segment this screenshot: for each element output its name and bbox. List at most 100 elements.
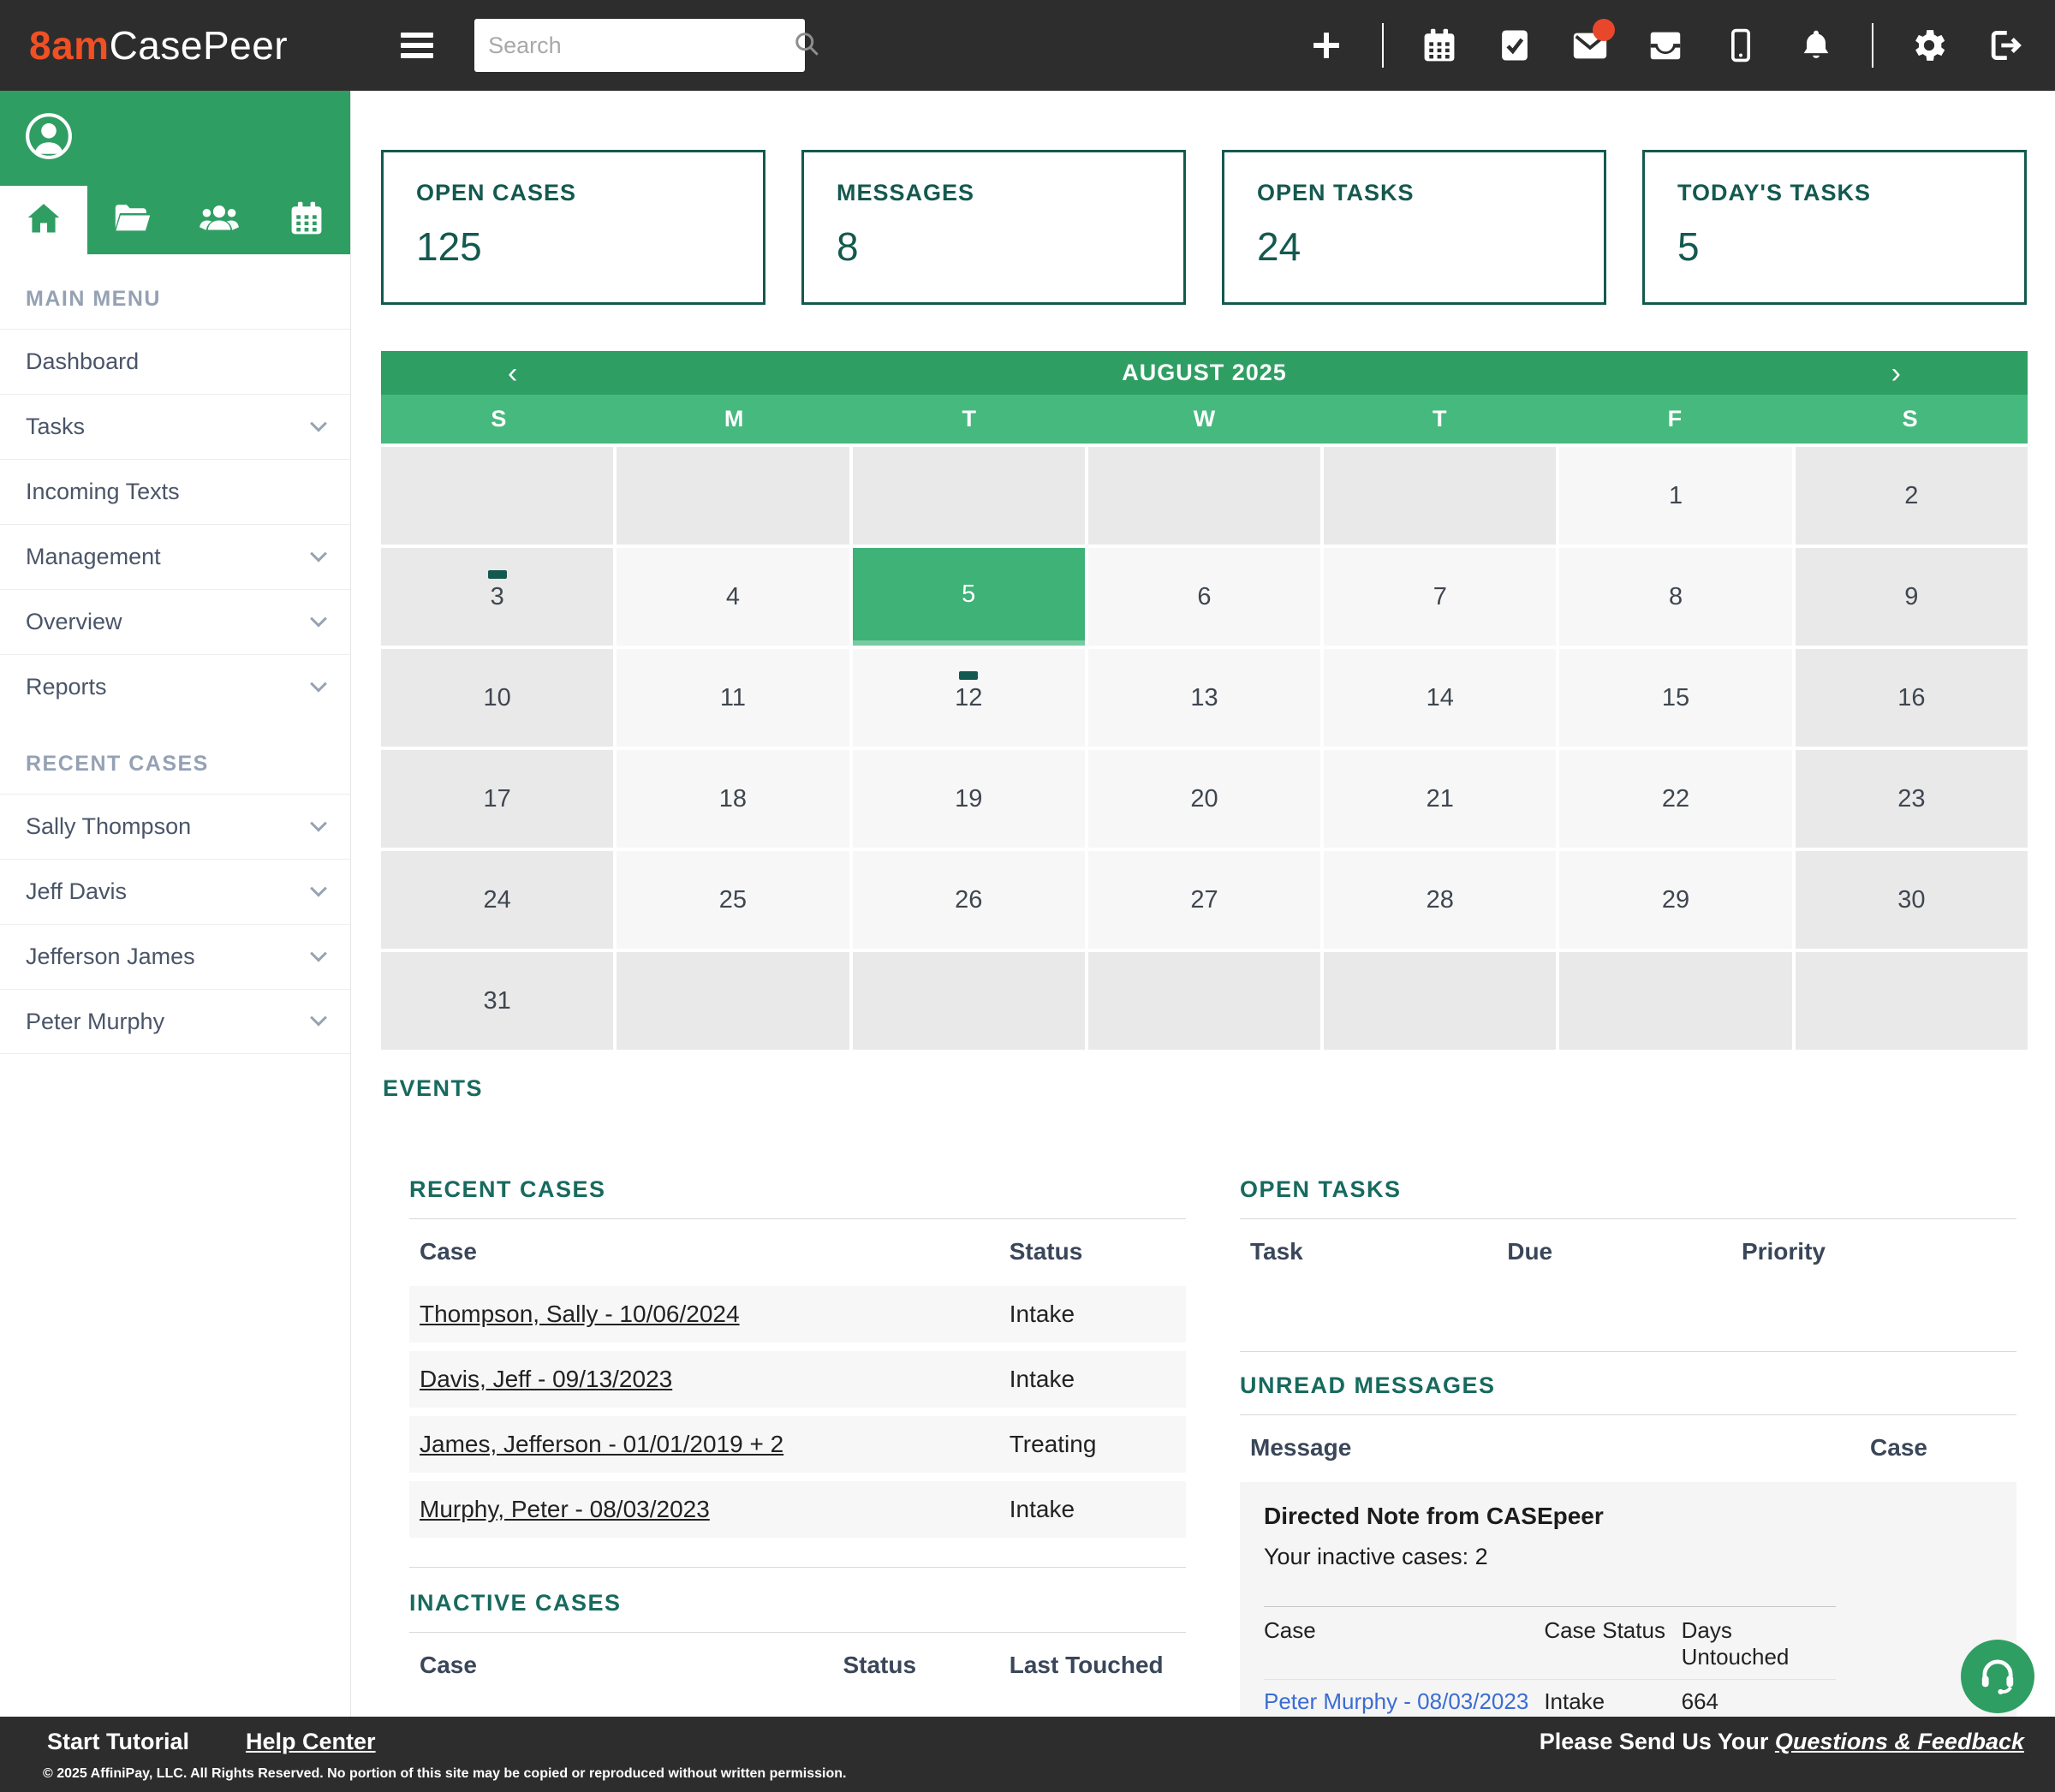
sidebar-item-tasks[interactable]: Tasks (0, 394, 350, 459)
tab-cases[interactable] (87, 186, 175, 254)
search-box[interactable] (474, 19, 805, 72)
column-header: Case (1264, 1617, 1544, 1670)
sidebar-item-overview[interactable]: Overview (0, 589, 350, 654)
day-number: 14 (1427, 684, 1454, 712)
calendar-day-cell[interactable]: 11 (616, 649, 849, 747)
column-header: Due (1507, 1238, 1742, 1265)
calendar-day-cell[interactable]: 10 (381, 649, 613, 747)
directed-note-message[interactable]: Directed Note from CASEpeer Your inactiv… (1240, 1482, 2016, 1756)
search-icon[interactable] (791, 28, 822, 63)
weekday-label: M (616, 395, 852, 444)
brand-prefix: 8am (29, 22, 110, 68)
chevron-down-icon (310, 414, 327, 432)
calendar-day-cell[interactable]: 4 (616, 548, 849, 646)
stat-card-open-cases[interactable]: OPEN CASES 125 (381, 150, 765, 305)
main-content: OPEN CASES 125 MESSAGES 8 OPEN TASKS 24 … (381, 91, 2028, 1717)
recent-cases-rows: Thompson, Sally - 10/06/2024IntakeDavis,… (409, 1286, 1186, 1538)
day-number: 3 (491, 583, 504, 611)
day-number: 18 (719, 785, 747, 813)
open-tasks-header: Task Due Priority (1240, 1219, 2016, 1286)
stat-card-todays-tasks[interactable]: TODAY'S TASKS 5 (1642, 150, 2027, 305)
day-number: 5 (962, 580, 975, 609)
day-number: 11 (720, 684, 746, 712)
notifications-bell-icon[interactable] (1796, 26, 1836, 65)
case-link[interactable]: Thompson, Sally - 10/06/2024 (420, 1301, 1010, 1328)
sidebar-case-jeff-davis[interactable]: Jeff Davis (0, 859, 350, 924)
sidebar-item-dashboard[interactable]: Dashboard (0, 329, 350, 394)
plus-icon[interactable] (1307, 26, 1346, 65)
tab-home[interactable] (0, 186, 87, 254)
calendar-icon[interactable] (1420, 26, 1459, 65)
day-number: 16 (1897, 684, 1925, 712)
calendar-day-cell[interactable]: 18 (616, 750, 849, 848)
avatar[interactable] (24, 111, 74, 165)
day-number: 28 (1427, 886, 1454, 914)
support-chat-button[interactable] (1961, 1640, 2034, 1713)
menu-icon[interactable] (401, 33, 433, 58)
calendar-day-cell[interactable]: 23 (1796, 750, 2028, 848)
calendar-day-cell[interactable]: 26 (853, 851, 1085, 949)
home-icon (25, 199, 63, 241)
start-tutorial-link[interactable]: Start Tutorial (47, 1729, 189, 1755)
logout-icon[interactable] (1985, 26, 2024, 65)
sidebar-case-jefferson-james[interactable]: Jefferson James (0, 924, 350, 989)
feedback-link[interactable]: Questions & Feedback (1775, 1729, 2024, 1754)
sidebar-item-reports[interactable]: Reports (0, 654, 350, 719)
calendar-day-cell[interactable]: 28 (1324, 851, 1556, 949)
calendar-day-cell[interactable]: 13 (1088, 649, 1320, 747)
messages-envelope-icon[interactable] (1570, 26, 1610, 65)
calendar-day-cell[interactable]: 20 (1088, 750, 1320, 848)
calendar-day-cell[interactable]: 27 (1088, 851, 1320, 949)
message-body: Your inactive cases: 2 (1264, 1544, 1992, 1570)
calendar-day-cell[interactable]: 1 (1559, 447, 1791, 545)
sidebar-case-peter-murphy[interactable]: Peter Murphy (0, 989, 350, 1054)
tab-calendar[interactable] (263, 186, 350, 254)
note-table-header: Case Case Status Days Untouched (1264, 1606, 1836, 1679)
column-header: Last Touched (1010, 1652, 1176, 1679)
calendar-day-cell[interactable]: 8 (1559, 548, 1791, 646)
calendar-day-cell[interactable]: 7 (1324, 548, 1556, 646)
brand-logo[interactable]: 8amCasePeer (29, 22, 288, 68)
mobile-icon[interactable] (1721, 26, 1760, 65)
calendar-day-cell[interactable]: 12 (853, 649, 1085, 747)
case-link[interactable]: Davis, Jeff - 09/13/2023 (420, 1366, 1010, 1393)
tasks-check-icon[interactable] (1495, 26, 1534, 65)
calendar-next-button[interactable]: › (1891, 359, 1901, 388)
calendar-day-cell[interactable]: 9 (1796, 548, 2028, 646)
stat-card-open-tasks[interactable]: OPEN TASKS 24 (1222, 150, 1606, 305)
calendar-day-cell[interactable]: 3 (381, 548, 613, 646)
settings-gear-icon[interactable] (1909, 26, 1949, 65)
search-input[interactable] (488, 33, 791, 59)
unread-messages-header: Message Case (1240, 1415, 2016, 1482)
case-link[interactable]: Murphy, Peter - 08/03/2023 (420, 1496, 1010, 1523)
calendar-day-cell[interactable]: 22 (1559, 750, 1791, 848)
inbox-icon[interactable] (1646, 26, 1685, 65)
chevron-down-icon (310, 944, 327, 961)
calendar-day-cell[interactable]: 6 (1088, 548, 1320, 646)
calendar-day-cell[interactable]: 19 (853, 750, 1085, 848)
calendar-prev-button[interactable]: ‹ (508, 359, 517, 388)
stat-card-messages[interactable]: MESSAGES 8 (801, 150, 1186, 305)
calendar-day-cell[interactable]: 17 (381, 750, 613, 848)
message-title: Directed Note from CASEpeer (1264, 1503, 1992, 1530)
case-link[interactable]: James, Jefferson - 01/01/2019 + 2 (420, 1431, 1010, 1458)
help-center-link[interactable]: Help Center (246, 1729, 376, 1755)
sidebar-item-incoming-texts[interactable]: Incoming Texts (0, 459, 350, 524)
calendar-day-cell[interactable]: 15 (1559, 649, 1791, 747)
day-number: 2 (1904, 482, 1918, 510)
calendar-day-cell[interactable]: 29 (1559, 851, 1791, 949)
tab-contacts[interactable] (176, 186, 263, 254)
sidebar-case-sally-thompson[interactable]: Sally Thompson (0, 794, 350, 859)
calendar-day-cell[interactable]: 31 (381, 952, 613, 1050)
calendar-day-cell[interactable]: 25 (616, 851, 849, 949)
calendar-day-cell[interactable]: 2 (1796, 447, 2028, 545)
event-indicator (959, 671, 978, 680)
sidebar-item-management[interactable]: Management (0, 524, 350, 589)
calendar-day-cell[interactable]: 30 (1796, 851, 2028, 949)
case-link[interactable]: Peter Murphy - 08/03/2023 (1264, 1688, 1544, 1715)
calendar-day-cell[interactable]: 16 (1796, 649, 2028, 747)
calendar-day-cell[interactable]: 14 (1324, 649, 1556, 747)
calendar-day-cell[interactable]: 5 (853, 548, 1085, 646)
calendar-day-cell[interactable]: 21 (1324, 750, 1556, 848)
calendar-day-cell[interactable]: 24 (381, 851, 613, 949)
